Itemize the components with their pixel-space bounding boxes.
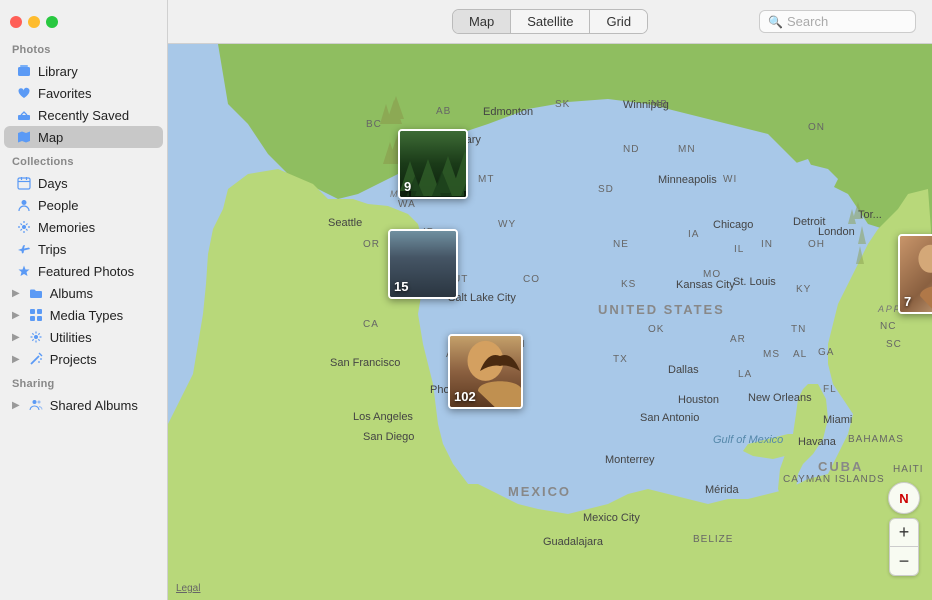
gear-icon bbox=[28, 329, 44, 345]
view-segment-group: Map Satellite Grid bbox=[452, 9, 648, 34]
cluster-canada-forest-count: 9 bbox=[404, 179, 411, 194]
map-segment[interactable]: Map bbox=[453, 10, 511, 33]
grid-segment[interactable]: Grid bbox=[590, 10, 647, 33]
utilities-expand-icon: ▶ bbox=[12, 332, 20, 343]
close-button[interactable] bbox=[10, 16, 22, 28]
cluster-seattle-cliff-count: 15 bbox=[394, 279, 408, 294]
utilities-label: Utilities bbox=[50, 330, 92, 345]
wand-icon bbox=[28, 351, 44, 367]
zoom-in-button[interactable]: + bbox=[890, 519, 918, 547]
toolbar: Map Satellite Grid 🔍 bbox=[168, 0, 932, 44]
projects-label: Projects bbox=[50, 352, 97, 367]
sidebar-item-library[interactable]: Library bbox=[4, 60, 163, 82]
sidebar-item-projects[interactable]: ▶ Projects bbox=[4, 348, 163, 370]
zoom-out-button[interactable]: − bbox=[890, 547, 918, 575]
photo-stack-icon bbox=[16, 63, 32, 79]
shared-albums-label: Shared Albums bbox=[50, 398, 138, 413]
search-bar[interactable]: 🔍 bbox=[759, 10, 916, 33]
person-2-icon bbox=[28, 397, 44, 413]
sidebar-item-people[interactable]: People bbox=[4, 194, 163, 216]
sidebar-item-albums[interactable]: ▶ Albums bbox=[4, 282, 163, 304]
sidebar-item-memories[interactable]: Memories bbox=[4, 216, 163, 238]
sidebar-item-featured-photos[interactable]: Featured Photos bbox=[4, 260, 163, 282]
days-label: Days bbox=[38, 176, 68, 191]
people-label: People bbox=[38, 198, 78, 213]
compass-button[interactable]: N bbox=[888, 482, 920, 514]
sidebar-item-favorites[interactable]: Favorites bbox=[4, 82, 163, 104]
sidebar-item-days[interactable]: Days bbox=[4, 172, 163, 194]
map-controls: N + − bbox=[888, 482, 920, 576]
featured-photos-label: Featured Photos bbox=[38, 264, 134, 279]
projects-expand-icon: ▶ bbox=[12, 354, 20, 365]
cluster-canada-forest[interactable]: 9 bbox=[398, 129, 468, 199]
sidebar-item-recently-saved[interactable]: Recently Saved bbox=[4, 104, 163, 126]
memories-label: Memories bbox=[38, 220, 95, 235]
maximize-button[interactable] bbox=[46, 16, 58, 28]
folder-icon bbox=[28, 285, 44, 301]
star-icon bbox=[16, 263, 32, 279]
library-label: Library bbox=[38, 64, 78, 79]
calendar-icon bbox=[16, 175, 32, 191]
legal-link[interactable]: Legal bbox=[176, 583, 200, 594]
media-types-expand-icon: ▶ bbox=[12, 310, 20, 321]
media-types-label: Media Types bbox=[50, 308, 123, 323]
search-input[interactable] bbox=[787, 14, 907, 29]
sparkle-icon bbox=[16, 219, 32, 235]
sidebar-item-media-types[interactable]: ▶ Media Types bbox=[4, 304, 163, 326]
recently-saved-label: Recently Saved bbox=[38, 108, 129, 123]
minimize-button[interactable] bbox=[28, 16, 40, 28]
map-label-sidebar: Map bbox=[38, 130, 63, 145]
person-icon bbox=[16, 197, 32, 213]
sidebar-item-map[interactable]: Map bbox=[4, 126, 163, 148]
zoom-controls: + − bbox=[889, 518, 919, 576]
trips-label: Trips bbox=[38, 242, 66, 257]
albums-expand-icon: ▶ bbox=[12, 288, 20, 299]
sidebar-item-shared-albums[interactable]: ▶ Shared Albums bbox=[4, 394, 163, 416]
grid-icon bbox=[28, 307, 44, 323]
satellite-segment[interactable]: Satellite bbox=[511, 10, 590, 33]
albums-label: Albums bbox=[50, 286, 93, 301]
map-icon bbox=[16, 129, 32, 145]
cluster-east-couple-count: 7 bbox=[904, 294, 911, 309]
sidebar-item-utilities[interactable]: ▶ Utilities bbox=[4, 326, 163, 348]
heart-icon bbox=[16, 85, 32, 101]
cluster-sf-girl[interactable]: 102 bbox=[448, 334, 523, 409]
cluster-sf-girl-count: 102 bbox=[454, 389, 476, 404]
tray-icon bbox=[16, 107, 32, 123]
collections-section-label: Collections bbox=[0, 148, 167, 172]
cluster-seattle-cliff[interactable]: 15 bbox=[388, 229, 458, 299]
map-view[interactable]: EdmontonCalgaryWinnipegSeattleSan Franci… bbox=[168, 44, 932, 600]
photos-section-label: Photos bbox=[0, 36, 167, 60]
airplane-icon bbox=[16, 241, 32, 257]
shared-albums-expand-icon: ▶ bbox=[12, 400, 20, 411]
sidebar-item-trips[interactable]: Trips bbox=[4, 238, 163, 260]
cluster-east-couple[interactable]: 7 bbox=[898, 234, 932, 314]
sharing-section-label: Sharing bbox=[0, 370, 167, 394]
favorites-label: Favorites bbox=[38, 86, 91, 101]
search-icon: 🔍 bbox=[768, 15, 783, 29]
